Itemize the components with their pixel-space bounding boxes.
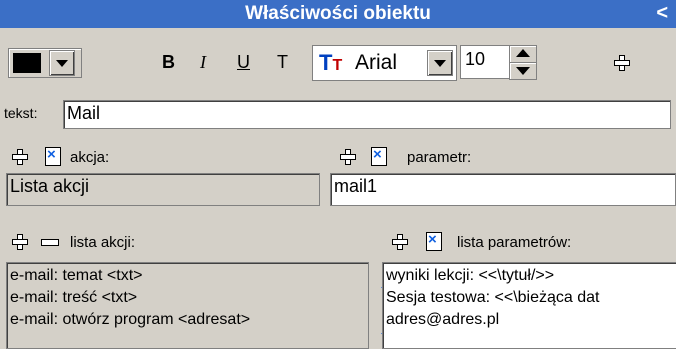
list-item[interactable]: e-mail: temat <txt> [10,265,365,287]
clear-list-param-icon[interactable] [426,231,442,251]
param-input[interactable]: mail1 [330,173,676,206]
font-size-value: 10 [465,49,486,69]
font-name: Arial [355,51,398,74]
params-list-label: lista parametrów: [457,234,572,251]
underline-button[interactable]: U [237,52,250,73]
truetype-font-icon: TT [319,50,343,75]
collapse-arrow-icon[interactable]: < [656,2,668,25]
bold-button[interactable]: B [162,52,175,73]
list-item[interactable]: adres@adres.pl [386,309,673,331]
panel-titlebar: Właściwości obiektu < [0,0,676,28]
font-size-spinner[interactable] [509,45,537,80]
font-select[interactable]: TT Arial [312,45,457,81]
font-dropdown-button[interactable] [427,50,453,76]
spin-up-button[interactable] [509,45,537,63]
color-swatch [13,53,41,73]
clear-action-icon[interactable] [45,146,61,166]
text-input[interactable]: Mail [63,100,671,129]
remove-list-action-icon[interactable] [41,239,59,246]
add-list-action-icon[interactable] [12,234,28,250]
color-picker[interactable] [8,48,82,78]
add-list-param-icon[interactable] [392,234,408,250]
param-label: parametr: [407,149,472,166]
italic-button[interactable]: I [200,52,206,73]
list-item[interactable]: Sesja testowa: <<\bieżąca dat [386,287,673,309]
text-label: tekst: [4,105,38,121]
list-item[interactable]: wyniki lekcji: <<\tytuł/>> [386,265,673,287]
panel-title: Właściwości obiektu [245,3,431,24]
clear-param-icon[interactable] [371,146,387,166]
actions-list-label: lista akcji: [70,234,136,251]
action-label: akcja: [70,149,110,166]
font-size-input[interactable]: 10 [460,45,510,79]
add-action-icon[interactable] [12,149,28,165]
add-param-icon[interactable] [340,149,356,165]
list-item[interactable]: e-mail: otwórz program <adresat> [10,309,365,331]
spin-down-button[interactable] [509,62,537,80]
color-dropdown-button[interactable] [49,50,75,76]
text-tool-button[interactable]: T [277,52,288,73]
add-icon[interactable] [614,55,630,71]
action-field[interactable]: Lista akcji [6,173,320,206]
list-item[interactable]: e-mail: treść <txt> [10,287,365,309]
params-list[interactable]: wyniki lekcji: <<\tytuł/>> Sesja testowa… [382,262,676,349]
actions-list[interactable]: e-mail: temat <txt> e-mail: treść <txt> … [6,262,369,349]
